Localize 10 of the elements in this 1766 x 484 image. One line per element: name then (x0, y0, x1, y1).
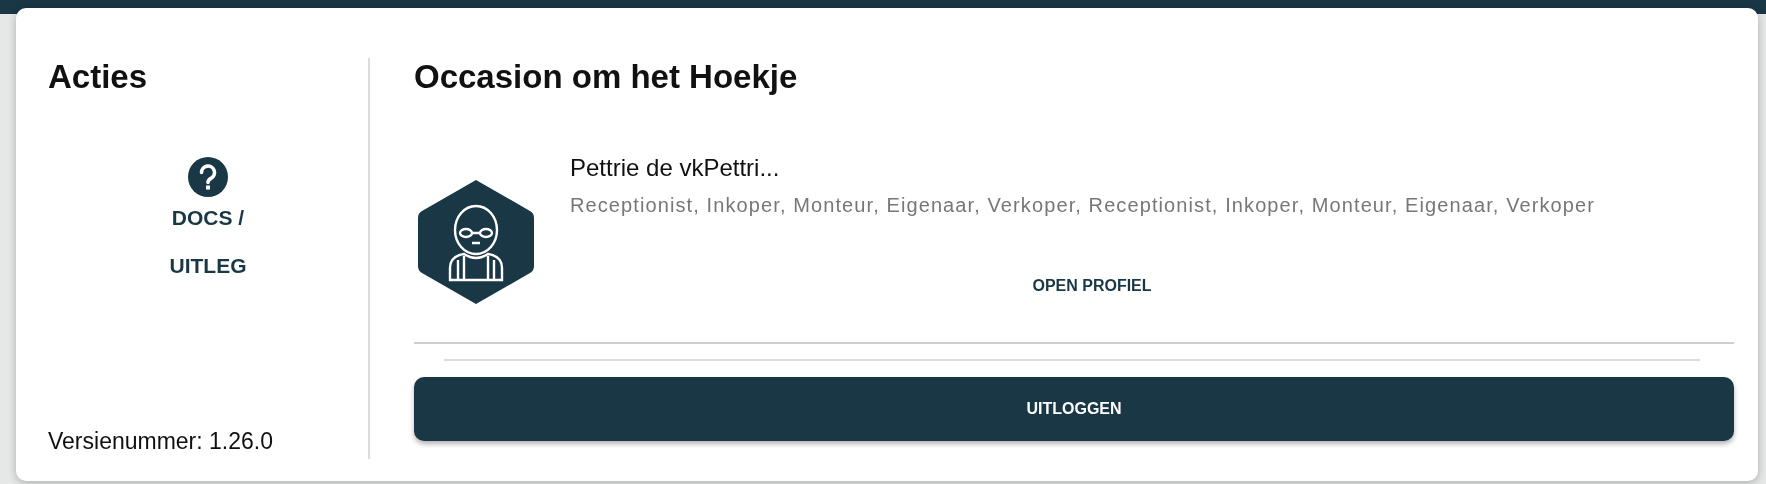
open-profile-button[interactable]: OPEN PROFIEL (1024, 273, 1160, 299)
help-icon (187, 156, 229, 198)
docs-link[interactable]: DOCS / UITLEG (169, 156, 247, 290)
logout-button[interactable]: UITLOGGEN (414, 377, 1734, 441)
version-number: Versienummer: 1.26.0 (48, 428, 273, 455)
dealer-title: Occasion om het Hoekje (414, 58, 799, 96)
user-name: Pettrie de vkPettri... (570, 154, 781, 182)
panel-title: Acties (48, 58, 148, 96)
avatar-icon (418, 178, 534, 306)
user-roles: Receptionist, Inkoper, Monteur, Eigenaar, Verkoper, Receptionist, Inkoper, Monteur, Eigenaar, Verkoper (570, 194, 1596, 217)
